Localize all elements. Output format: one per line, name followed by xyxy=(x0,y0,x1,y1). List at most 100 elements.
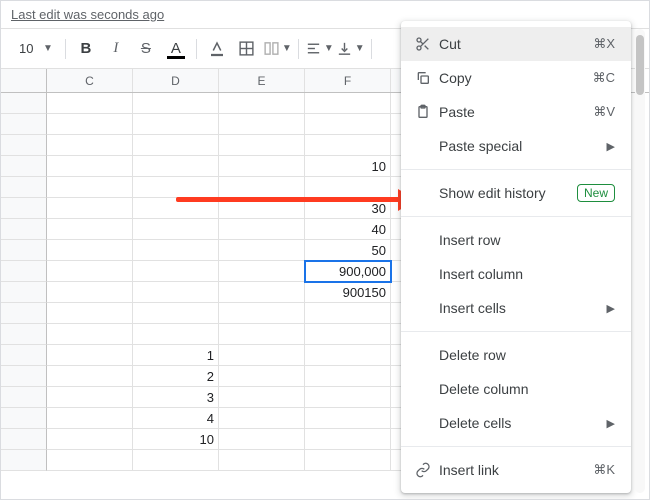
cell-E9[interactable] xyxy=(219,261,305,282)
cell-C5[interactable] xyxy=(47,177,133,198)
scrollbar-thumb[interactable] xyxy=(636,35,644,95)
cell-C6[interactable] xyxy=(47,198,133,219)
cell-E10[interactable] xyxy=(219,282,305,303)
cell-F3[interactable] xyxy=(305,135,391,156)
row-header-1[interactable] xyxy=(1,93,47,114)
cell-F14[interactable] xyxy=(305,366,391,387)
cell-D8[interactable] xyxy=(133,240,219,261)
cell-E15[interactable] xyxy=(219,387,305,408)
cell-F1[interactable] xyxy=(305,93,391,114)
row-header-10[interactable] xyxy=(1,282,47,303)
cell-F11[interactable] xyxy=(305,303,391,324)
menu-item-delete-cells[interactable]: Delete cells▶ xyxy=(401,406,631,440)
merge-cells-button[interactable]: ▼ xyxy=(263,35,292,63)
cell-D11[interactable] xyxy=(133,303,219,324)
row-header-16[interactable] xyxy=(1,408,47,429)
cell-E11[interactable] xyxy=(219,303,305,324)
menu-item-insert-row[interactable]: Insert row xyxy=(401,223,631,257)
column-header-E[interactable]: E xyxy=(219,69,305,92)
row-header-15[interactable] xyxy=(1,387,47,408)
cell-D7[interactable] xyxy=(133,219,219,240)
menu-item-paste-special[interactable]: Paste special▶ xyxy=(401,129,631,163)
cell-F15[interactable] xyxy=(305,387,391,408)
strikethrough-button[interactable]: S xyxy=(132,35,160,63)
cell-E7[interactable] xyxy=(219,219,305,240)
cell-E16[interactable] xyxy=(219,408,305,429)
row-header-2[interactable] xyxy=(1,114,47,135)
cell-C8[interactable] xyxy=(47,240,133,261)
cell-F7[interactable]: 40 xyxy=(305,219,391,240)
column-header-D[interactable]: D xyxy=(133,69,219,92)
menu-item-insert-cells[interactable]: Insert cells▶ xyxy=(401,291,631,325)
cell-F2[interactable] xyxy=(305,114,391,135)
cell-C11[interactable] xyxy=(47,303,133,324)
cell-E1[interactable] xyxy=(219,93,305,114)
row-header-9[interactable] xyxy=(1,261,47,282)
cell-F6[interactable]: 30 xyxy=(305,198,391,219)
cell-D3[interactable] xyxy=(133,135,219,156)
menu-item-show-edit-history[interactable]: Show edit historyNew xyxy=(401,176,631,210)
cell-C10[interactable] xyxy=(47,282,133,303)
cell-D12[interactable] xyxy=(133,324,219,345)
cell-E5[interactable] xyxy=(219,177,305,198)
menu-item-cut[interactable]: Cut⌘X xyxy=(401,27,631,61)
select-all-corner[interactable] xyxy=(1,69,47,92)
text-color-button[interactable]: A xyxy=(162,35,190,63)
cell-D14[interactable]: 2 xyxy=(133,366,219,387)
cell-C18[interactable] xyxy=(47,450,133,471)
italic-button[interactable]: I xyxy=(102,35,130,63)
cell-D16[interactable]: 4 xyxy=(133,408,219,429)
cell-C15[interactable] xyxy=(47,387,133,408)
cell-C12[interactable] xyxy=(47,324,133,345)
column-header-F[interactable]: F xyxy=(305,69,391,92)
cell-C16[interactable] xyxy=(47,408,133,429)
row-header-6[interactable] xyxy=(1,198,47,219)
menu-item-copy[interactable]: Copy⌘C xyxy=(401,61,631,95)
font-size-dropdown[interactable]: 10 ▼ xyxy=(9,35,59,63)
cell-C3[interactable] xyxy=(47,135,133,156)
vertical-align-button[interactable]: ▼ xyxy=(336,35,365,63)
cell-F16[interactable] xyxy=(305,408,391,429)
row-header-17[interactable] xyxy=(1,429,47,450)
menu-item-delete-column[interactable]: Delete column xyxy=(401,372,631,406)
cell-F17[interactable] xyxy=(305,429,391,450)
cell-F10[interactable]: 900150 xyxy=(305,282,391,303)
cell-C14[interactable] xyxy=(47,366,133,387)
cell-E8[interactable] xyxy=(219,240,305,261)
cell-D10[interactable] xyxy=(133,282,219,303)
cell-D6[interactable] xyxy=(133,198,219,219)
cell-D9[interactable] xyxy=(133,261,219,282)
cell-F13[interactable] xyxy=(305,345,391,366)
cell-C1[interactable] xyxy=(47,93,133,114)
cell-E3[interactable] xyxy=(219,135,305,156)
cell-C7[interactable] xyxy=(47,219,133,240)
menu-item-insert-link[interactable]: Insert link⌘K xyxy=(401,453,631,487)
cell-E14[interactable] xyxy=(219,366,305,387)
cell-D5[interactable] xyxy=(133,177,219,198)
cell-C17[interactable] xyxy=(47,429,133,450)
cell-D18[interactable] xyxy=(133,450,219,471)
bold-button[interactable]: B xyxy=(72,35,100,63)
cell-D2[interactable] xyxy=(133,114,219,135)
cell-E6[interactable] xyxy=(219,198,305,219)
row-header-18[interactable] xyxy=(1,450,47,471)
row-header-8[interactable] xyxy=(1,240,47,261)
row-header-5[interactable] xyxy=(1,177,47,198)
cell-E18[interactable] xyxy=(219,450,305,471)
cell-F18[interactable] xyxy=(305,450,391,471)
row-header-7[interactable] xyxy=(1,219,47,240)
horizontal-align-button[interactable]: ▼ xyxy=(305,35,334,63)
cell-C9[interactable] xyxy=(47,261,133,282)
cell-E2[interactable] xyxy=(219,114,305,135)
row-header-12[interactable] xyxy=(1,324,47,345)
cell-C13[interactable] xyxy=(47,345,133,366)
row-header-13[interactable] xyxy=(1,345,47,366)
cell-D13[interactable]: 1 xyxy=(133,345,219,366)
fill-color-button[interactable] xyxy=(203,35,231,63)
last-edit-link[interactable]: Last edit was seconds ago xyxy=(11,7,164,22)
menu-item-delete-row[interactable]: Delete row xyxy=(401,338,631,372)
cell-F8[interactable]: 50 xyxy=(305,240,391,261)
row-header-3[interactable] xyxy=(1,135,47,156)
menu-item-insert-column[interactable]: Insert column xyxy=(401,257,631,291)
column-header-C[interactable]: C xyxy=(47,69,133,92)
